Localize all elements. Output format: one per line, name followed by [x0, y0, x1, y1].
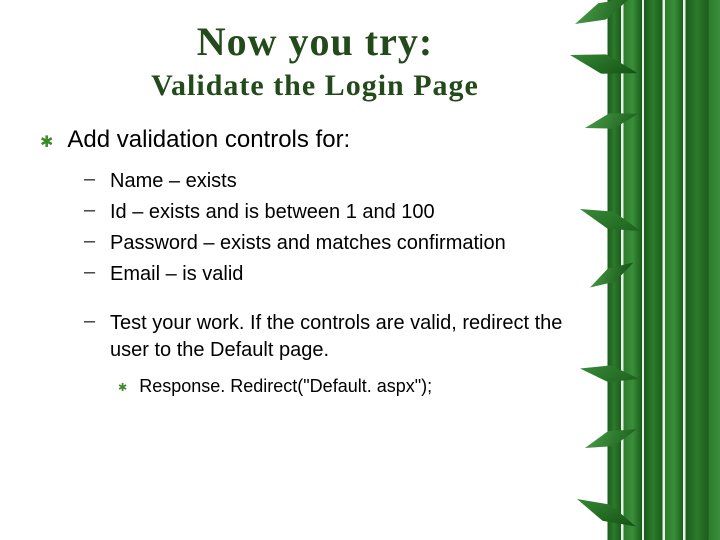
slide-title: Now you try: Validate the Login Page	[40, 20, 590, 104]
follow-up-text: Test your work. If the controls are vali…	[110, 310, 590, 364]
dash-icon: –	[84, 261, 98, 284]
list-item: – Name – exists	[84, 168, 590, 195]
nested-item: ✱ Response. Redirect("Default. aspx");	[118, 376, 590, 397]
star-icon: ✱	[40, 132, 53, 152]
dash-icon: –	[84, 168, 98, 191]
main-bullet: ✱ Add validation controls for:	[40, 126, 590, 154]
slide-content: Now you try: Validate the Login Page ✱ A…	[0, 20, 610, 397]
dash-icon: –	[84, 310, 98, 333]
title-line-2: Validate the Login Page	[40, 68, 590, 104]
dash-icon: –	[84, 230, 98, 253]
follow-up-list: – Test your work. If the controls are va…	[84, 310, 590, 364]
list-item: – Password – exists and matches confirma…	[84, 230, 590, 257]
dash-icon: –	[84, 199, 98, 222]
list-item: – Id – exists and is between 1 and 100	[84, 199, 590, 226]
main-bullet-text: Add validation controls for:	[67, 126, 350, 154]
sub-item-text: Password – exists and matches confirmati…	[110, 230, 506, 257]
sub-list: – Name – exists – Id – exists and is bet…	[84, 168, 590, 288]
sub-item-text: Name – exists	[110, 168, 237, 195]
list-item: – Test your work. If the controls are va…	[84, 310, 590, 364]
bamboo-decoration	[605, 0, 720, 540]
sub-item-text: Email – is valid	[110, 261, 243, 288]
list-item: – Email – is valid	[84, 261, 590, 288]
code-text: Response. Redirect("Default. aspx");	[139, 376, 432, 397]
sub-item-text: Id – exists and is between 1 and 100	[110, 199, 435, 226]
star-icon: ✱	[118, 381, 127, 394]
title-line-1: Now you try:	[40, 20, 590, 64]
